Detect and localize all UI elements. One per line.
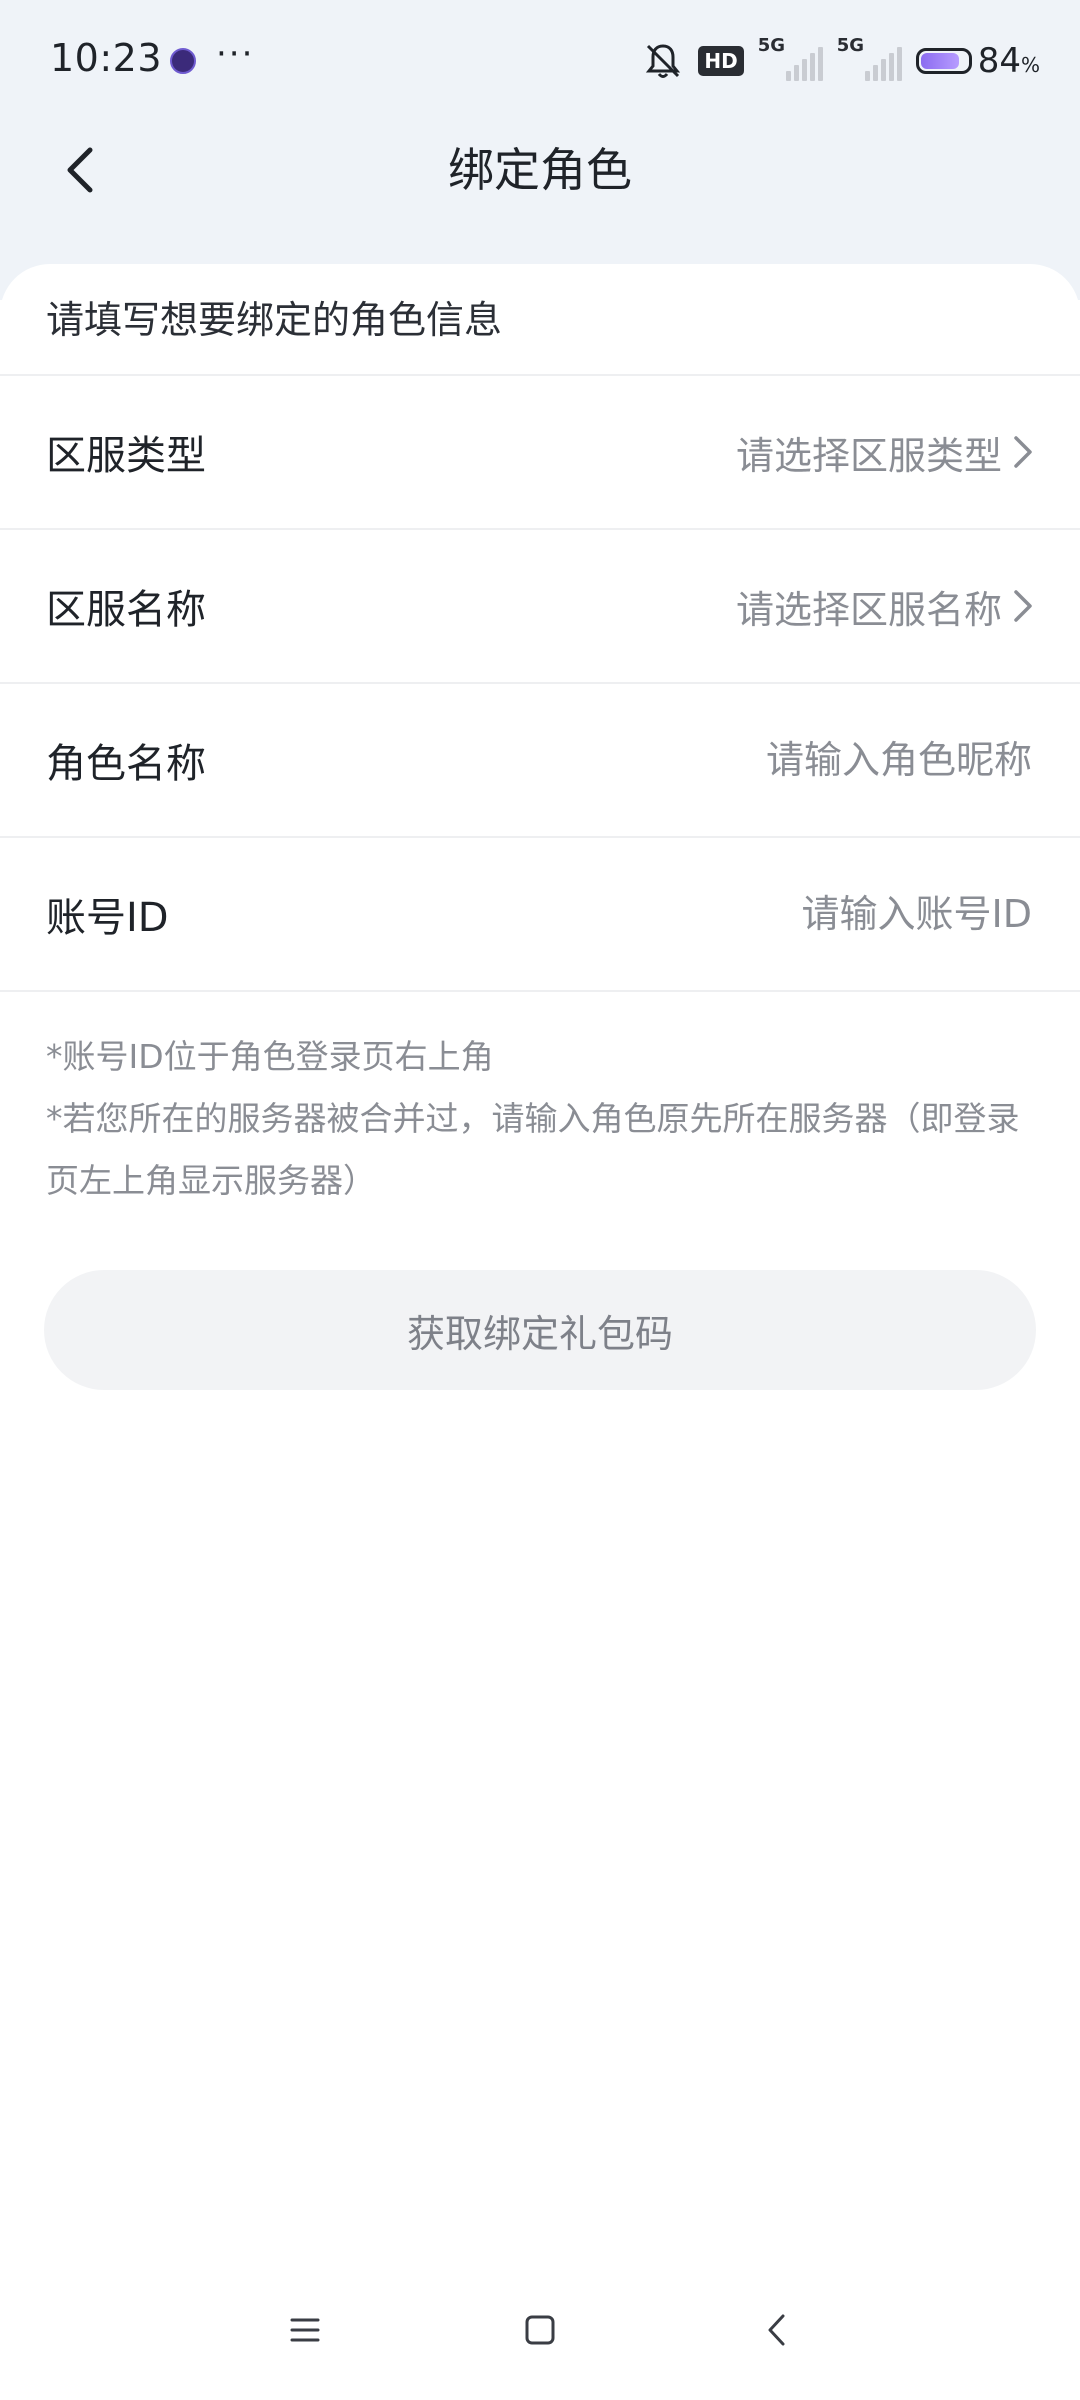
note-account-id: *账号ID位于角色登录页右上角	[46, 1037, 494, 1076]
page-title: 绑定角色	[448, 143, 632, 197]
chevron-right-icon	[1014, 436, 1032, 468]
square-icon	[525, 2315, 555, 2345]
battery-indicator: 84%	[915, 41, 1040, 81]
app-header: 绑定角色	[0, 120, 1080, 280]
account-id-label: 账号ID	[46, 895, 169, 941]
chevron-left-icon	[768, 2314, 785, 2346]
get-gift-code-button[interactable]: 获取绑定礼包码	[44, 1270, 1036, 1390]
account-id-input[interactable]	[510, 891, 1034, 937]
signal-strength-icon-2: 5G	[837, 35, 902, 81]
recent-apps-button[interactable]	[265, 2290, 345, 2370]
server-name-row[interactable]: 区服名称 请选择区服名称	[0, 530, 1080, 684]
role-name-row: 角色名称	[0, 684, 1080, 838]
menu-icon	[290, 2318, 320, 2342]
server-type-value: 请选择区服类型	[735, 433, 1002, 478]
status-indicators: HD 5G 5G 84%	[642, 35, 1040, 84]
server-name-value: 请选择区服名称	[735, 587, 1002, 632]
chevron-right-icon	[1014, 590, 1032, 622]
status-bar: 10:23 ··· HD 5G 5G 84%	[0, 0, 1080, 120]
server-type-label: 区服类型	[46, 433, 206, 479]
signal-strength-icon: 5G	[758, 35, 823, 81]
system-back-button[interactable]	[737, 2290, 817, 2370]
account-id-row: 账号ID	[0, 838, 1080, 992]
bind-role-form: 请填写想要绑定的角色信息 区服类型 请选择区服类型 区服名称 请选择区服名称 角…	[0, 264, 1080, 2400]
role-name-label: 角色名称	[46, 741, 206, 787]
status-time: 10:23	[50, 36, 163, 80]
form-notes: *账号ID位于角色登录页右上角 *若您所在的服务器被合并过，请输入角色原先所在服…	[0, 992, 1080, 1212]
battery-percent: 84	[977, 41, 1021, 81]
home-button[interactable]	[500, 2290, 580, 2370]
mute-bell-icon	[642, 40, 684, 82]
form-intro: 请填写想要绑定的角色信息	[0, 264, 1080, 376]
server-name-label: 区服名称	[46, 587, 206, 633]
server-type-row[interactable]: 区服类型 请选择区服类型	[0, 376, 1080, 530]
battery-icon	[915, 48, 972, 74]
hd-voice-icon: HD	[698, 46, 744, 76]
system-navigation-bar	[0, 2270, 1080, 2390]
more-notifications-icon: ···	[216, 34, 255, 74]
note-merged-server: *若您所在的服务器被合并过，请输入角色原先所在服务器（即登录页左上角显示服务器）	[46, 1099, 1020, 1200]
role-name-input[interactable]	[510, 737, 1034, 783]
app-notification-icon	[170, 48, 196, 74]
